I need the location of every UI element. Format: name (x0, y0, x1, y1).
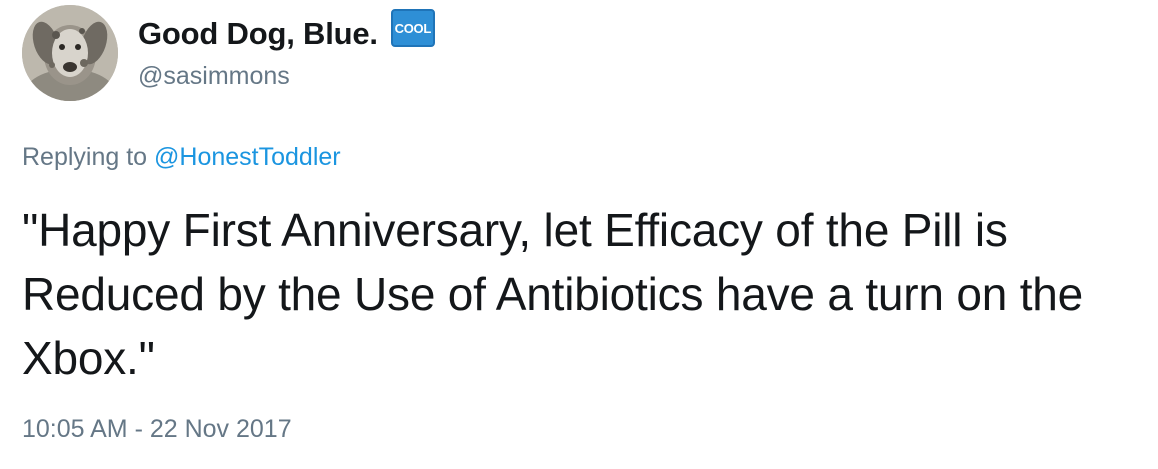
dog-avatar-icon (22, 5, 118, 101)
author-display-name[interactable]: Good Dog, Blue. (138, 16, 378, 52)
tweet-timestamp[interactable]: 10:05 AM - 22 Nov 2017 (22, 415, 292, 444)
tweet-text: "Happy First Anniversary, let Efficacy o… (22, 204, 1084, 384)
reply-mention-link[interactable]: @HonestToddler (154, 143, 341, 171)
replying-to-prefix: Replying to (22, 143, 148, 171)
author-avatar[interactable] (22, 5, 118, 101)
tweet-card: Good Dog, Blue. COOL @sasimmons Replying… (0, 0, 1158, 469)
author-handle[interactable]: @sasimmons (138, 62, 290, 91)
cool-badge-icon: COOL (390, 9, 435, 47)
cool-badge-label: COOL (394, 20, 432, 36)
author-name-row: Good Dog, Blue. COOL (138, 9, 435, 54)
replying-to-line: Replying to @HonestToddler (22, 143, 341, 172)
